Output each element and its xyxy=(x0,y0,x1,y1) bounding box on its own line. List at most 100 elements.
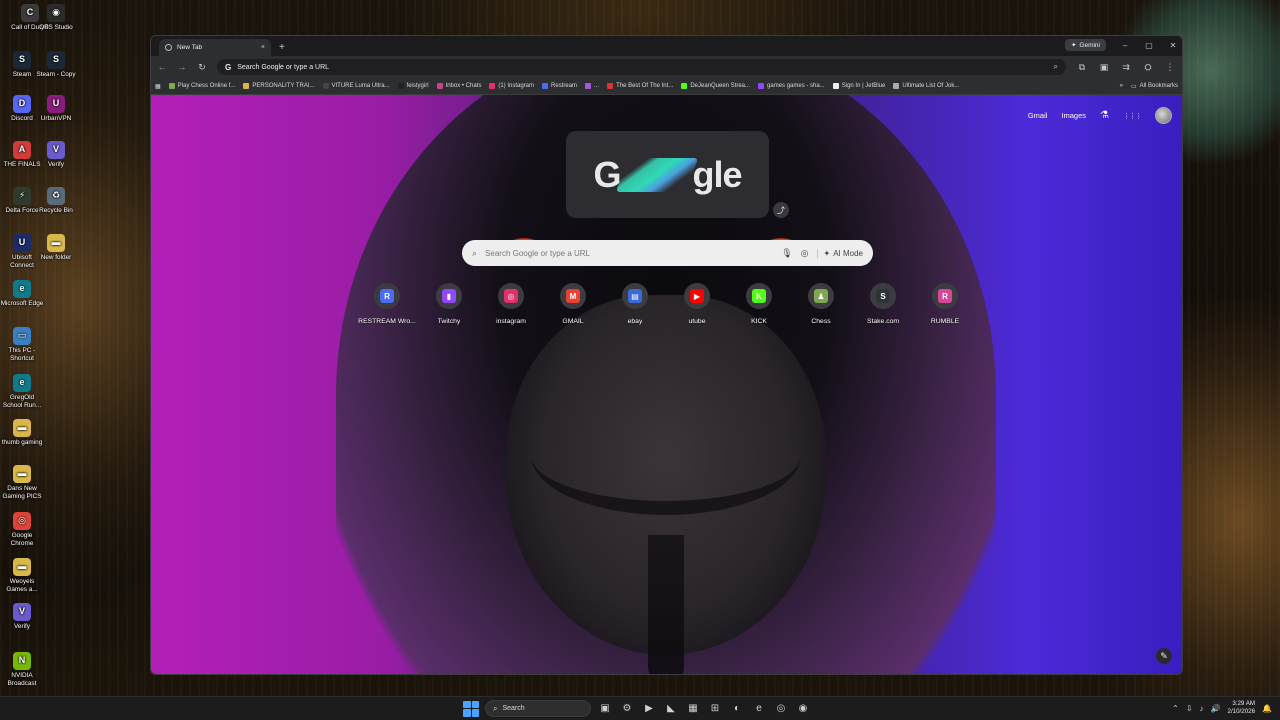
shortcut-gmail[interactable]: M GMAIL xyxy=(542,283,604,325)
new-tab-button[interactable]: + xyxy=(279,42,285,53)
shortcut-circle: S xyxy=(870,283,896,309)
tab-new-tab[interactable]: New Tab × xyxy=(159,39,271,56)
bookmark-1-instagram[interactable]: (1) Instagram xyxy=(489,83,534,89)
bookmark-inbox-chats[interactable]: Inbox • Chats xyxy=(436,83,481,89)
bookmark-sign-in-jetblue[interactable]: Sign In | JetBlue xyxy=(832,83,885,89)
bookmark-feistygirl[interactable]: feistygirl xyxy=(397,83,429,89)
shortcut-chess[interactable]: ♟ Chess xyxy=(790,283,852,325)
bookmark-dejeanqueen-strea[interactable]: DeJeanQueen Strea... xyxy=(681,83,750,89)
minimize-button[interactable]: – xyxy=(1120,41,1130,50)
bookmark-the-best-of-the-int[interactable]: The Best Of The Int... xyxy=(607,83,673,89)
taskbar-search[interactable]: ⌕ Search xyxy=(485,700,591,717)
gmail-link[interactable]: Gmail xyxy=(1028,111,1048,120)
desktop-icon-nvidia-broadcast[interactable]: N NVIDIA Broadcast xyxy=(0,652,44,687)
recycle-bin-icon: ♻ xyxy=(47,187,65,205)
bookmark-favicon-icon xyxy=(397,83,404,89)
start-button[interactable] xyxy=(463,700,479,717)
gmail-icon: M xyxy=(566,289,580,303)
back-button[interactable]: ← xyxy=(157,62,167,72)
desktop-icon-label: Steam - Copy xyxy=(36,71,76,78)
images-link[interactable]: Images xyxy=(1061,111,1086,120)
desktop-icon-gregold-school-run[interactable]: e GregOld School Run... xyxy=(0,374,44,409)
bookmark-viture-luma-ultra[interactable]: VITURE Luma Ultra... xyxy=(322,83,390,89)
settings-icon[interactable]: ⚙ xyxy=(619,701,635,717)
maximize-button[interactable]: ▢ xyxy=(1144,41,1154,50)
chrome-2-icon[interactable]: ◉ xyxy=(795,701,811,717)
close-window-button[interactable]: ✕ xyxy=(1168,41,1178,50)
extensions-icon[interactable]: ⧉ xyxy=(1076,62,1088,73)
desktop-icon-google-chrome[interactable]: ◎ Google Chrome xyxy=(0,512,44,547)
voice-search-icon[interactable]: 🎙 xyxy=(781,248,792,259)
desktop-icon-verify[interactable]: V Verify xyxy=(34,141,78,169)
cast-icon[interactable]: ⇉ xyxy=(1120,62,1132,73)
nvidia-icon[interactable]: ◣ xyxy=(663,701,679,717)
media-player-icon[interactable]: ▶ xyxy=(641,701,657,717)
desktop-icon-weoyels-games-a[interactable]: ▬ Weoyels Games a... xyxy=(0,558,44,593)
side-panel-icon[interactable]: ▣ xyxy=(1098,62,1110,73)
apps-grid-icon[interactable]: ▦ xyxy=(155,83,161,90)
address-bar[interactable]: G Search Google or type a URL ⌕ xyxy=(217,59,1066,75)
clock[interactable]: 3:29 AM 2/10/2026 xyxy=(1228,700,1256,716)
search-lens-icon[interactable]: ⌕ xyxy=(1054,62,1058,72)
all-bookmarks-button[interactable]: ▭ All Bookmarks xyxy=(1131,83,1178,90)
tab-close-icon[interactable]: × xyxy=(261,44,265,51)
shortcut-ebay[interactable]: ▤ ebay xyxy=(604,283,666,325)
desktop-icon-verify[interactable]: V Verify xyxy=(0,603,44,631)
forward-button[interactable]: → xyxy=(177,62,187,72)
desktop-icon-this-pc-shortcut[interactable]: ▭ This PC - Shortcut xyxy=(0,327,44,362)
shortcut-circle: ▶ xyxy=(684,283,710,309)
desktop-icon-urbanvpn[interactable]: U UrbanVPN xyxy=(34,95,78,123)
shortcut-stake-com[interactable]: S Stake.com xyxy=(852,283,914,325)
google-lens-icon[interactable]: ◎ xyxy=(801,248,809,259)
profile-icon[interactable]: ⛭ xyxy=(1142,62,1154,73)
customize-chrome-button[interactable]: ✎ xyxy=(1156,648,1172,664)
store-icon[interactable]: ⊞ xyxy=(707,701,723,717)
desktop-icon-obs-studio[interactable]: ◉ OBS Studio xyxy=(34,4,78,32)
desktop-icon-dans-new-gaming-pics[interactable]: ▬ Dans New Gaming PICS xyxy=(0,465,44,500)
bookmark-games-games-sha[interactable]: games games - sha... xyxy=(758,83,825,89)
task-view-icon[interactable]: ▣ xyxy=(597,701,613,717)
file-explorer-icon[interactable]: ▦ xyxy=(685,701,701,717)
menu-icon[interactable]: ⋮ xyxy=(1164,62,1176,73)
google-apps-icon[interactable]: ⋮⋮⋮ xyxy=(1123,112,1142,120)
bookmark-item-7[interactable]: ... xyxy=(585,83,599,89)
gemini-button[interactable]: ✦ Gemini xyxy=(1064,39,1106,51)
desktop-icon-steam-copy[interactable]: S Steam - Copy xyxy=(34,51,78,79)
labs-flask-icon[interactable]: ⚗ xyxy=(1100,110,1109,121)
volume-icon[interactable]: 🔊 xyxy=(1211,704,1221,713)
folder-icon: ▭ xyxy=(1130,83,1137,90)
bookmark-play-chess-online-f[interactable]: Play Chess Online f... xyxy=(168,83,235,89)
obs-studio-icon: ◉ xyxy=(47,4,65,22)
bookmarks-overflow-button[interactable]: » xyxy=(1120,83,1123,89)
desktop-icon-microsoft-edge[interactable]: e Microsoft Edge xyxy=(0,280,44,308)
tray-audio-icon[interactable]: ♪ xyxy=(1200,704,1204,713)
tray-overflow-chevron-icon[interactable]: ⌃ xyxy=(1172,704,1179,713)
shortcut-kick[interactable]: K KICK xyxy=(728,283,790,325)
notification-bell-icon[interactable]: 🔔 xyxy=(1262,704,1272,713)
bookmark-personality-trai[interactable]: PERSONALITY TRAI... xyxy=(243,83,315,89)
ntp-search-box[interactable]: ⌕ Search Google or type a URL 🎙 ◎ ✦ AI M… xyxy=(462,240,873,266)
desktop-icon-recycle-bin[interactable]: ♻ Recycle Bin xyxy=(34,187,78,215)
shortcut-utube[interactable]: ▶ utube xyxy=(666,283,728,325)
bookmark-ultimate-list-of-jok[interactable]: Ultimate List Of Jok... xyxy=(893,83,959,89)
desktop-icon-new-folder[interactable]: ▬ New folder xyxy=(34,234,78,262)
account-avatar[interactable] xyxy=(1155,107,1172,124)
bookmark-label: PERSONALITY TRAI... xyxy=(252,83,315,89)
reload-button[interactable]: ↻ xyxy=(197,62,207,73)
tray-download-icon[interactable]: ⇩ xyxy=(1186,704,1193,713)
chrome-icon[interactable]: ◎ xyxy=(773,701,789,717)
ai-mode-button[interactable]: ✦ AI Mode xyxy=(816,248,863,258)
shortcut-rumble[interactable]: R RUMBLE xyxy=(914,283,976,325)
address-bar-placeholder: Search Google or type a URL xyxy=(237,63,330,71)
shortcut-restream-wro[interactable]: R RESTREAM Wro... xyxy=(356,283,418,325)
google-doodle[interactable]: G gle xyxy=(566,131,769,218)
search-icon: ⌕ xyxy=(472,247,478,258)
bookmark-restream[interactable]: Restream xyxy=(542,83,577,89)
google-g-icon: G xyxy=(225,62,232,72)
shortcut-twitchy[interactable]: ▮ Twitchy xyxy=(418,283,480,325)
edge-icon[interactable]: e xyxy=(751,701,767,717)
desktop-icon-thumb-gaming[interactable]: ▬ thumb gaming xyxy=(0,419,44,447)
shortcut-instagram[interactable]: ◎ instagram xyxy=(480,283,542,325)
steam-icon[interactable]: ◐ xyxy=(729,701,745,717)
doodle-share-button[interactable]: ⤴ xyxy=(773,202,789,218)
